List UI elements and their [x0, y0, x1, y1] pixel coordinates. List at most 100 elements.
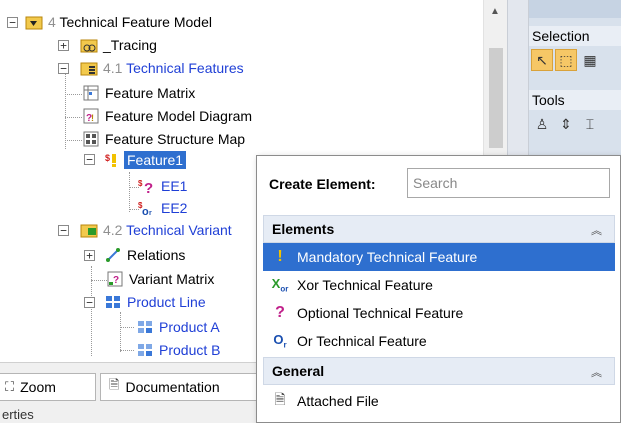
tree-item-label: Feature1: [124, 151, 187, 169]
product-icon: [136, 342, 154, 358]
tab-label: Zoom: [20, 379, 56, 395]
tab-zoom[interactable]: ⛶ Zoom: [0, 373, 96, 401]
product-line-icon: [104, 294, 122, 310]
menu-item-optional-technical-feature[interactable]: ? Optional Technical Feature: [263, 299, 615, 327]
menu-item-or-technical-feature[interactable]: Or Or Technical Feature: [263, 327, 615, 355]
tree-item-label: Product A: [159, 319, 220, 335]
menu-item-mandatory-technical-feature[interactable]: ! Mandatory Technical Feature: [263, 243, 615, 271]
variant-matrix-icon: ?: [106, 271, 124, 287]
tree-connector: [65, 140, 82, 141]
collapse-toggle[interactable]: −: [7, 17, 18, 28]
zoom-icon: ⛶: [5, 379, 15, 394]
search-input[interactable]: [407, 168, 610, 198]
selection-tools: ↖ ⬚ ▦: [529, 46, 621, 72]
product-icon: [136, 319, 154, 335]
tree-item-label: EE2: [161, 200, 188, 216]
tree-connector: [65, 117, 82, 118]
exclamation-icon: !: [277, 248, 283, 265]
tracing-folder-icon: [80, 37, 98, 53]
diagram-icon: ?!: [82, 108, 100, 124]
tree-item-variant-matrix[interactable]: ? Variant Matrix: [106, 268, 214, 290]
grid-select-icon[interactable]: ▦: [579, 49, 601, 71]
elements-section-header[interactable]: Elements ︽: [263, 215, 615, 243]
or-feature-icon: $ o r: [138, 200, 156, 218]
toolbox-section-tools[interactable]: Tools: [529, 90, 621, 110]
scroll-up-icon[interactable]: ▲: [490, 6, 500, 17]
tools-row: ♙ ⇕ ⌶: [529, 110, 621, 136]
tree-item-label: Variant Matrix: [129, 271, 215, 287]
tree-item-label: _Tracing: [103, 37, 157, 53]
menu-item-label: Attached File: [297, 393, 379, 409]
menu-item-xor-technical-feature[interactable]: Xor Xor Technical Feature: [263, 271, 615, 299]
tree-item-label: Relations: [127, 247, 186, 263]
tree-connector: [120, 327, 134, 328]
optional-feature-icon: $?: [138, 178, 156, 197]
svg-text:?: ?: [113, 275, 119, 286]
mandatory-feature-icon: $: [104, 152, 122, 168]
tree-item-tracing[interactable]: _Tracing: [80, 34, 157, 56]
relations-icon: [104, 247, 122, 263]
properties-panel-title: erties: [2, 407, 34, 422]
tree-connector: [120, 350, 134, 351]
svg-text:$: $: [138, 179, 143, 188]
tree-item-feature1[interactable]: $ Feature1: [104, 149, 187, 171]
tree-item-ee2[interactable]: $ o r EE2: [138, 197, 187, 219]
person-tool-icon[interactable]: ♙: [531, 113, 553, 135]
tree-item-label: Feature Model Diagram: [105, 108, 253, 124]
variant-folder-icon: [80, 222, 98, 238]
marquee-tool-icon[interactable]: ⬚: [555, 49, 577, 71]
collapse-toggle[interactable]: −: [58, 63, 69, 74]
tree-item-ee1[interactable]: $? EE1: [138, 175, 187, 197]
tree-connector: [91, 280, 107, 281]
tree-item-label: EE1: [161, 178, 188, 194]
tree-item-label: Feature Matrix: [105, 85, 196, 101]
structure-map-icon: [82, 131, 100, 147]
svg-text:?: ?: [144, 180, 153, 194]
or-icon: Or: [273, 332, 287, 350]
tree-item-feature-matrix[interactable]: Feature Matrix: [82, 82, 195, 104]
pointer-tool-icon[interactable]: ↖: [531, 49, 553, 71]
svg-text:$: $: [105, 153, 110, 163]
tree-item-technical-features[interactable]: 4.1 Technical Features: [80, 57, 244, 79]
tree-item-relations[interactable]: Relations: [104, 244, 185, 266]
tree-item-product-line[interactable]: Product Line: [104, 291, 206, 313]
tree-item-label: 4 Technical Feature Model: [48, 14, 212, 30]
section-title: Elements: [272, 221, 335, 237]
toolbox-section-selection[interactable]: Selection: [529, 26, 621, 46]
menu-item-label: Or Technical Feature: [297, 333, 427, 349]
tree-item-technical-feature-model[interactable]: 4 Technical Feature Model: [25, 11, 212, 33]
general-section-header[interactable]: General ︽: [263, 357, 615, 385]
tree-item-product-a[interactable]: Product A: [136, 316, 220, 338]
section-title: General: [272, 363, 325, 379]
document-icon: 🗎: [109, 377, 120, 392]
tree-item-product-b[interactable]: Product B: [136, 339, 220, 361]
tree-item-feature-model-diagram[interactable]: ?! Feature Model Diagram: [82, 105, 252, 127]
feature-folder-icon: [80, 60, 98, 76]
svg-text:r: r: [149, 210, 152, 216]
collapse-chevron-icon[interactable]: ︽: [591, 222, 602, 238]
svg-text:!: !: [91, 113, 94, 123]
expand-toggle[interactable]: +: [84, 250, 95, 261]
menu-item-label: Mandatory Technical Feature: [297, 249, 478, 265]
collapse-toggle[interactable]: −: [58, 225, 69, 236]
tree-item-technical-variants[interactable]: 4.2 Technical Variant: [80, 219, 232, 241]
tree-item-label: Product Line: [127, 294, 206, 310]
tree-connector: [65, 94, 82, 95]
scrollbar-thumb[interactable]: [489, 48, 503, 148]
collapse-toggle[interactable]: −: [84, 297, 95, 308]
menu-item-attached-file[interactable]: 🗎 Attached File: [263, 387, 615, 415]
distribute-tool-icon[interactable]: ⇕: [555, 113, 577, 135]
tree-item-feature-structure-map[interactable]: Feature Structure Map: [82, 128, 245, 150]
tab-documentation[interactable]: 🗎 Documentation: [100, 373, 270, 401]
tree-connector: [120, 312, 121, 352]
tree-connector: [129, 172, 130, 212]
file-icon: 🗎: [274, 391, 286, 407]
expand-toggle[interactable]: +: [58, 40, 69, 51]
collapse-toggle[interactable]: −: [84, 154, 95, 165]
tree-item-label: 4.2 Technical Variant: [103, 222, 232, 238]
tree-item-label: Feature Structure Map: [105, 131, 246, 147]
collapse-chevron-icon[interactable]: ︽: [591, 364, 602, 380]
tree-item-label: Product B: [159, 342, 221, 358]
tree-item-label: 4.1 Technical Features: [103, 60, 244, 76]
align-tool-icon[interactable]: ⌶: [579, 113, 601, 135]
